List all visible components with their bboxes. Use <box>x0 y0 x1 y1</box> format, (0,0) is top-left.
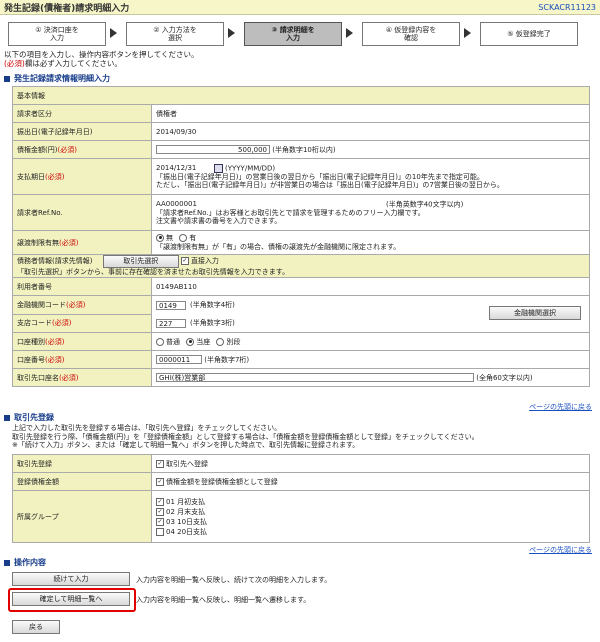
confirm-desc: 入力内容を明細一覧へ反映し、明細一覧へ遷移します。 <box>136 596 311 604</box>
account-no-hint: (半角数字7桁) <box>204 355 250 364</box>
ref-no-note: 「請求者Ref.No.」はお客様とお取引先とで請求を管理するためのフリー入力欄で… <box>156 208 425 217</box>
payment-date-note: 「振出日(電子記録年月日)」の営業日後の翌日から「振出日(電子記録年月日)」の1… <box>156 172 484 181</box>
bank-code-input[interactable]: 0149 <box>156 300 186 310</box>
ref-no-note: 注文書や請求書の番号を入力できます。 <box>156 217 282 225</box>
reg-amount-label: 登録債権金額 <box>12 472 152 491</box>
step-arrow <box>110 28 117 38</box>
amount-hint: (半角数字10桁以内) <box>272 145 336 154</box>
group-item[interactable]: ✓ 01 月初支払 <box>156 497 585 507</box>
step-arrow <box>228 28 235 38</box>
register-partner-checkbox[interactable]: ✓ <box>156 459 164 468</box>
transfer-limit-note: 「譲渡制限有無」が「有」の場合、債権の譲渡先が金融機関に限定されます。 <box>156 242 401 251</box>
account-no-label: 口座番号(必須) <box>12 350 152 369</box>
title-bar: 発生記録(債権者)請求明細入力 SCKACR11123 <box>0 0 600 15</box>
direct-input-checkbox[interactable]: ✓ <box>180 257 189 265</box>
payment-date-label: 支払期日(必須) <box>12 158 152 195</box>
group-item[interactable]: 04 20日支払 <box>156 527 585 537</box>
branch-code-label: 支店コード(必須) <box>12 313 152 333</box>
screen-code: SCKACR11123 <box>538 2 596 12</box>
continue-desc: 入力内容を明細一覧へ反映し、続けて次の明細を入力します。 <box>136 576 332 584</box>
claimant-type-value: 債権者 <box>151 104 590 123</box>
basic-info-header: 基本情報 <box>12 86 590 105</box>
account-type-ordinary-radio[interactable] <box>156 337 164 346</box>
confirm-to-list-button[interactable]: 確定して明細一覧へ <box>12 592 130 606</box>
transfer-limit-yes-radio[interactable] <box>179 233 188 242</box>
bank-code-hint: (半角数字4桁) <box>190 301 235 309</box>
branch-code-input[interactable]: 227 <box>156 318 186 328</box>
account-type-special-radio[interactable] <box>216 337 225 346</box>
account-name-label: 取引先口座名(必須) <box>12 368 152 387</box>
amount-label: 債権金額(円)(必須) <box>12 140 152 159</box>
section-title-detail: 発生記録請求情報明細入力 <box>4 73 110 84</box>
ref-no-input[interactable]: AA0000001 <box>156 199 386 209</box>
date-format-hint: (YYYY/MM/DD) <box>225 164 276 172</box>
partner-register-label: 取引先登録 <box>12 454 152 473</box>
intro-text: 以下の項目を入力し、操作内容ボタンを押してください。 (必須)欄は必ず入力してく… <box>4 50 199 68</box>
branch-code-hint: (半角数字3桁) <box>190 319 235 327</box>
account-name-input[interactable]: GHI(株)営業部 <box>156 373 474 382</box>
step-5: ⑤ 仮登録完了 <box>480 22 578 46</box>
back-button[interactable]: 戻る <box>12 620 60 634</box>
amount-input[interactable]: 500,000 <box>156 145 270 154</box>
payment-date-input[interactable]: 2014/12/31 <box>156 163 212 173</box>
issue-date-value: 2014/09/30 <box>151 122 590 141</box>
account-no-input[interactable]: 0000011 <box>156 355 202 364</box>
continue-input-button[interactable]: 続けて入力 <box>12 572 130 586</box>
step-arrow <box>464 28 471 38</box>
account-name-hint: (全角60文字以内) <box>476 373 533 382</box>
transfer-limit-label: 譲渡制限有無(必須) <box>12 230 152 255</box>
step-indicator: ① 決済口座を 入力 ② 入力方法を 選択 ③ 請求明細を 入力 ④ 仮登録内容を 確認… <box>0 22 600 46</box>
debtor-info-note: 「取引先選択」ボタンから、事前に存在確認を済ませたお取引先情報を入力できます。 <box>17 268 290 276</box>
step-4: ④ 仮登録内容を 確認 <box>362 22 460 46</box>
user-no-label: 利用者番号 <box>12 277 152 296</box>
page-top-link[interactable]: ページの先頭に戻る <box>529 402 592 412</box>
account-type-label: 口座種別(必須) <box>12 332 152 351</box>
detail-form-table: 基本情報 請求者区分 債権者 振出日(電子記録年月日) 2014/09/30 債… <box>12 86 590 387</box>
reg-amount-checkbox[interactable]: ✓ <box>156 477 164 486</box>
debtor-info-label: 債務者情報(請求先情報) <box>17 257 93 265</box>
account-type-current-radio[interactable] <box>186 337 195 346</box>
section-title-partner: 取引先登録 <box>4 412 54 423</box>
user-no-value: 0149AB110 <box>151 277 590 296</box>
step-2: ② 入力方法を 選択 <box>126 22 224 46</box>
partner-select-button[interactable]: 取引先選択 <box>102 255 179 268</box>
page-top-link[interactable]: ページの先頭に戻る <box>529 545 592 555</box>
transfer-limit-none-radio[interactable] <box>156 233 164 242</box>
group-item[interactable]: ✓ 02 月末支払 <box>156 507 585 517</box>
payment-date-note: ただし、「振出日(電子記録年月日)」が非営業日の場合は「振出日(電子記録年月日)… <box>156 181 504 189</box>
group-item[interactable]: ✓ 03 10日支払 <box>156 517 585 527</box>
step-arrow <box>346 28 353 38</box>
step-1: ① 決済口座を 入力 <box>8 22 106 46</box>
bank-select-button[interactable]: 金融機関選択 <box>489 306 581 320</box>
partner-note: 上記で入力した取引先を登録する場合は、「取引先へ登録」をチェックしてください。 … <box>12 424 479 449</box>
ref-no-label: 請求者Ref.No. <box>12 194 152 231</box>
issue-date-label: 振出日(電子記録年月日) <box>12 122 152 141</box>
calendar-icon[interactable] <box>214 163 223 173</box>
claimant-type-label: 請求者区分 <box>12 104 152 123</box>
section-title-operation: 操作内容 <box>4 557 46 568</box>
page-title: 発生記録(債権者)請求明細入力 <box>4 3 130 14</box>
step-3-current: ③ 請求明細を 入力 <box>244 22 342 46</box>
group-label: 所属グループ <box>12 490 152 543</box>
partner-table: 取引先登録 ✓ 取引先へ登録 登録債権金額 ✓ 債権金額を登録債権金額として登録 所… <box>12 454 590 543</box>
bank-code-label: 金融機関コード(必須) <box>12 295 152 315</box>
ref-no-hint: (半角英数字40文字以内) <box>386 200 464 208</box>
